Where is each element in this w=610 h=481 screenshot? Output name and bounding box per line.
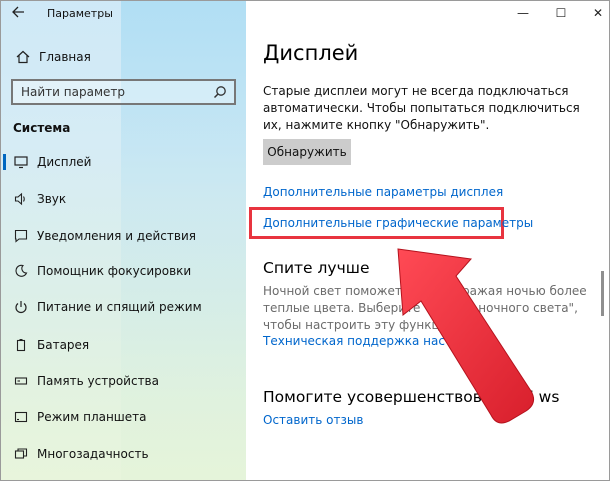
advanced-graphics-settings-link[interactable]: Дополнительные графические параметры xyxy=(263,216,533,230)
detect-button[interactable]: Обнаружить xyxy=(263,139,351,165)
sidebar: Главная Найти параметр Система Дисплей З… xyxy=(1,1,246,480)
sidebar-item-display[interactable]: Дисплей xyxy=(1,148,246,176)
sidebar-item-label: Питание и спящий режим xyxy=(37,300,202,314)
sidebar-item-storage[interactable]: Память устройства xyxy=(1,367,246,395)
speaker-icon xyxy=(13,191,29,207)
settings-window: Главная Найти параметр Система Дисплей З… xyxy=(0,0,610,481)
home-icon xyxy=(15,49,31,65)
sidebar-item-power[interactable]: Питание и спящий режим xyxy=(1,293,246,321)
tablet-icon xyxy=(13,409,29,425)
window-title: Параметры xyxy=(47,7,113,20)
sidebar-item-label: Многозадачность xyxy=(37,447,149,461)
search-placeholder: Найти параметр xyxy=(21,85,125,99)
notification-icon xyxy=(13,228,29,244)
display-description: Старые дисплеи могут не всегда подключат… xyxy=(263,84,580,132)
sidebar-item-label: Уведомления и действия xyxy=(37,229,196,243)
search-icon[interactable] xyxy=(213,85,227,99)
give-feedback-link[interactable]: Оставить отзыв xyxy=(263,413,363,427)
tech-support-link[interactable]: Техническая поддержка настройки xyxy=(263,334,490,348)
night-light-description: Ночной свет поможет вам отображая ночью … xyxy=(263,284,587,332)
power-icon xyxy=(13,299,29,315)
sidebar-item-tablet-mode[interactable]: Режим планшета xyxy=(1,403,246,431)
display-icon xyxy=(13,154,29,170)
sidebar-item-focus-assist[interactable]: Помощник фокусировки xyxy=(1,257,246,285)
sidebar-item-label: Звук xyxy=(37,192,67,206)
sidebar-item-multitasking[interactable]: Многозадачность xyxy=(1,440,246,468)
sidebar-item-label: Помощник фокусировки xyxy=(37,264,192,278)
close-button[interactable]: ✕ xyxy=(586,4,609,22)
maximize-button[interactable]: ☐ xyxy=(549,4,573,22)
title-bar: Параметры — ☐ ✕ xyxy=(1,1,609,27)
sidebar-item-notifications[interactable]: Уведомления и действия xyxy=(1,222,246,250)
sidebar-item-label: Режим планшета xyxy=(37,410,147,424)
sidebar-item-label: Дисплей xyxy=(37,155,92,169)
search-input[interactable]: Найти параметр xyxy=(11,79,236,105)
main-content: Дисплей Старые дисплеи могут не всегда п… xyxy=(246,1,609,480)
nav-home[interactable]: Главная xyxy=(15,46,91,68)
sidebar-item-label: Память устройства xyxy=(37,374,159,388)
improve-windows-heading: Помогите усовершенствовать Wi ws xyxy=(263,388,560,406)
nav-home-label: Главная xyxy=(39,50,91,64)
sleep-better-heading: Спите лучше xyxy=(263,259,370,277)
section-title: Система xyxy=(13,121,71,135)
multitask-icon xyxy=(13,446,29,462)
sidebar-item-label: Батарея xyxy=(37,338,90,352)
back-arrow-icon[interactable] xyxy=(10,5,26,21)
moon-icon xyxy=(13,263,29,279)
advanced-display-settings-link[interactable]: Дополнительные параметры дисплея xyxy=(263,185,503,199)
storage-icon xyxy=(13,373,29,389)
battery-icon xyxy=(13,337,29,353)
sidebar-item-sound[interactable]: Звук xyxy=(1,185,246,213)
minimize-button[interactable]: — xyxy=(511,4,535,22)
page-title: Дисплей xyxy=(263,41,359,65)
scrollbar[interactable] xyxy=(601,271,604,316)
sidebar-item-battery[interactable]: Батарея xyxy=(1,331,246,359)
